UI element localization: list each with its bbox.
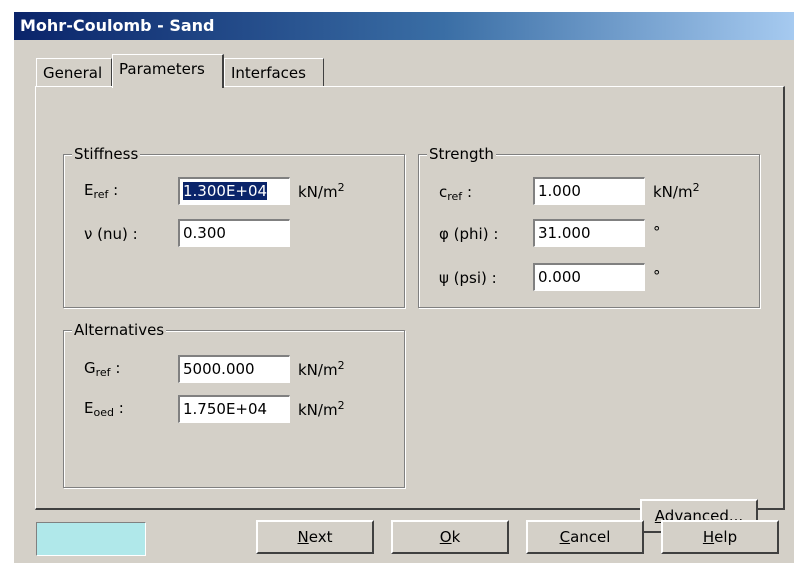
window-title: Mohr-Coulomb - Sand bbox=[20, 16, 215, 35]
e-oed-unit: kN/m2 bbox=[298, 399, 345, 419]
tab-interfaces[interactable]: Interfaces bbox=[224, 58, 324, 86]
help-button[interactable]: Help bbox=[661, 520, 779, 554]
next-button[interactable]: Next bbox=[256, 520, 374, 554]
c-ref-label: cref : bbox=[439, 183, 472, 203]
dialog-window: General Parameters Interfaces Stiffness … bbox=[14, 40, 794, 563]
psi-label: ψ (psi) : bbox=[439, 269, 497, 287]
e-ref-input[interactable]: 1.300E+04 bbox=[178, 177, 290, 205]
alternatives-group-title: Alternatives bbox=[72, 321, 167, 339]
g-ref-unit: kN/m2 bbox=[298, 359, 345, 379]
stiffness-group: Stiffness Eref : 1.300E+04 kN/m2 ν (nu) … bbox=[63, 145, 405, 308]
e-ref-label: Eref : bbox=[84, 181, 119, 201]
strength-group-title: Strength bbox=[427, 145, 496, 163]
nu-label: ν (nu) : bbox=[84, 225, 138, 243]
tab-general-label: General bbox=[43, 64, 103, 82]
parameters-panel: Stiffness Eref : 1.300E+04 kN/m2 ν (nu) … bbox=[35, 86, 785, 533]
color-swatch bbox=[36, 522, 146, 556]
stiffness-group-title: Stiffness bbox=[72, 145, 141, 163]
tab-interfaces-label: Interfaces bbox=[231, 64, 306, 82]
strength-group: Strength cref : 1.000 kN/m2 φ (phi) : 31… bbox=[418, 145, 760, 308]
tab-general[interactable]: General bbox=[36, 58, 112, 86]
cancel-button[interactable]: Cancel bbox=[526, 520, 644, 554]
e-ref-unit: kN/m2 bbox=[298, 181, 345, 201]
phi-unit: ° bbox=[653, 223, 661, 241]
phi-input[interactable]: 31.000 bbox=[533, 219, 645, 247]
g-ref-label: Gref : bbox=[84, 359, 121, 379]
g-ref-input[interactable]: 5000.000 bbox=[178, 355, 290, 383]
e-oed-input[interactable]: 1.750E+04 bbox=[178, 395, 290, 423]
tab-parameters[interactable]: Parameters bbox=[112, 54, 224, 88]
e-oed-label: Eoed : bbox=[84, 399, 124, 419]
nu-input[interactable]: 0.300 bbox=[178, 219, 290, 247]
psi-unit: ° bbox=[653, 267, 661, 285]
psi-input[interactable]: 0.000 bbox=[533, 263, 645, 291]
tab-parameters-label: Parameters bbox=[119, 60, 205, 78]
ok-button[interactable]: Ok bbox=[391, 520, 509, 554]
title-bar: Mohr-Coulomb - Sand bbox=[14, 12, 794, 40]
c-ref-unit: kN/m2 bbox=[653, 181, 700, 201]
phi-label: φ (phi) : bbox=[439, 225, 499, 243]
alternatives-group: Alternatives Gref : 5000.000 kN/m2 Eoed … bbox=[63, 321, 405, 488]
c-ref-input[interactable]: 1.000 bbox=[533, 177, 645, 205]
